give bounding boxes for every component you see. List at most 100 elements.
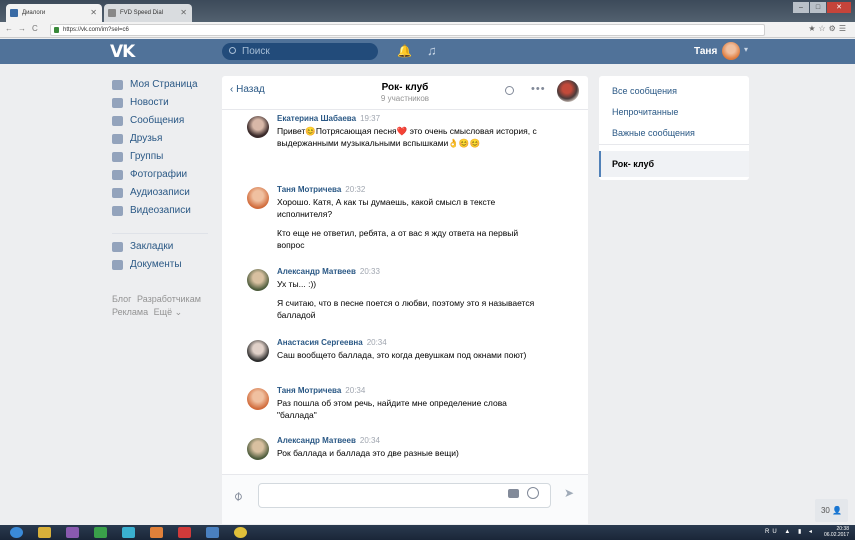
avatar[interactable] — [247, 116, 269, 138]
online-friends-badge[interactable]: 30 👤 — [815, 499, 848, 522]
search-icon — [229, 47, 236, 54]
active-chat-label[interactable]: Рок- клуб — [612, 159, 654, 169]
message-text: Привет😊Потрясающая песня❤️ это очень смы… — [277, 126, 537, 148]
system-tray-icons[interactable]: RU ▲ ▮ ◂ — [765, 528, 815, 535]
author-name[interactable]: Александр Матвеев — [277, 267, 356, 276]
send-button[interactable]: ➤ — [564, 486, 574, 500]
person-icon: 👤 — [832, 506, 843, 515]
footer-link-ads[interactable]: Реклама — [112, 307, 148, 317]
author-name[interactable]: Таня Мотричева — [277, 185, 341, 194]
chrome-icon[interactable] — [234, 527, 247, 538]
sidebar-item-my-page[interactable]: Моя Страница — [112, 76, 198, 94]
back-arrow-icon[interactable]: ← — [5, 24, 13, 33]
news-icon — [112, 98, 123, 108]
chat-avatar[interactable] — [557, 80, 579, 102]
sidebar-item-video[interactable]: Видеозаписи — [112, 202, 191, 220]
message-text: Кто еще не ответил, ребята, а от вас я ж… — [277, 228, 519, 250]
avatar[interactable] — [247, 438, 269, 460]
search-icon[interactable] — [505, 86, 514, 95]
maximize-icon[interactable]: □ — [810, 2, 826, 13]
avatar[interactable] — [247, 269, 269, 291]
avatar[interactable] — [247, 340, 269, 362]
sidebar-item-bookmarks[interactable]: Закладки — [112, 238, 173, 256]
timestamp: 19:37 — [360, 114, 381, 123]
sidebar-item-news[interactable]: Новости — [112, 94, 169, 112]
friends-icon — [112, 134, 123, 144]
app-icon[interactable] — [150, 527, 163, 538]
bookmarks-icon — [112, 242, 123, 252]
browser-tab-dialogs[interactable]: Диалоги ✕ — [6, 4, 102, 22]
avatar[interactable] — [247, 388, 269, 410]
timestamp: 20:34 — [359, 436, 380, 445]
close-tab-icon[interactable]: ✕ — [90, 4, 97, 22]
chevron-down-icon: ⌄ — [172, 307, 183, 317]
filter-unread[interactable]: Непрочитанные — [612, 107, 678, 117]
timestamp: 20:34 — [366, 338, 387, 347]
filter-important[interactable]: Важные сообщения — [612, 128, 695, 138]
browser-tab-speed-dial[interactable]: FVD Speed Dial ✕ — [104, 4, 192, 22]
sidebar-item-audio[interactable]: Аудиозаписи — [112, 184, 190, 202]
message-text: Я считаю, что в песне поется о любви, по… — [277, 298, 535, 320]
avatar[interactable] — [722, 42, 740, 60]
back-button[interactable]: ‹ Назад — [230, 84, 265, 95]
sidebar-item-photos[interactable]: Фотографии — [112, 166, 187, 184]
notifications-bell-icon[interactable]: 🔔 — [397, 44, 412, 58]
close-tab-icon[interactable]: ✕ — [180, 4, 187, 22]
timestamp: 20:33 — [359, 267, 380, 276]
chat-title[interactable]: Рок- клуб — [333, 82, 477, 93]
message-text: Рок баллада и баллада это две разные вещ… — [277, 448, 459, 458]
home-icon — [112, 80, 123, 90]
lock-icon — [54, 27, 59, 33]
documents-icon — [112, 260, 123, 270]
start-button-icon[interactable] — [10, 527, 23, 538]
close-window-icon[interactable]: ✕ — [827, 2, 851, 13]
app-icon[interactable] — [94, 527, 107, 538]
footer-link-more[interactable]: Ещё — [154, 307, 172, 317]
author-name[interactable]: Александр Матвеев — [277, 436, 356, 445]
author-name[interactable]: Анастасия Сергеевна — [277, 338, 363, 347]
chevron-down-icon[interactable]: ▾ — [744, 45, 748, 54]
avatar[interactable] — [247, 187, 269, 209]
camera-icon[interactable] — [508, 489, 519, 498]
sidebar-item-messages[interactable]: Сообщения — [112, 112, 184, 130]
speed-dial-favicon-icon — [108, 9, 116, 17]
timestamp: 20:32 — [345, 185, 366, 194]
sidebar-item-documents[interactable]: Документы — [112, 256, 182, 274]
footer-links-row2: Реклама Ещё ⌄ — [112, 303, 182, 321]
author-name[interactable]: Екатерина Шабаева — [277, 114, 356, 123]
window-controls: – □ ✕ — [792, 2, 851, 14]
extension-icons[interactable]: ★☆⚙☰ — [808, 24, 849, 33]
address-bar-row: ← → C https://vk.com/im?sel=c6 ★☆⚙☰ — [0, 22, 855, 38]
chat-members-count[interactable]: 9 участников — [333, 94, 477, 103]
music-note-icon[interactable]: ♫ — [427, 43, 437, 58]
sidebar-item-friends[interactable]: Друзья — [112, 130, 162, 148]
filter-divider — [599, 144, 749, 145]
url-input[interactable]: https://vk.com/im?sel=c6 — [50, 24, 765, 36]
app-icon[interactable] — [122, 527, 135, 538]
explorer-icon[interactable] — [38, 527, 51, 538]
forward-arrow-icon[interactable]: → — [18, 24, 26, 33]
filter-all-messages[interactable]: Все сообщения — [612, 86, 677, 96]
message-text: Саш вообщето баллада, это когда девушкам… — [277, 350, 527, 360]
app-icon[interactable] — [206, 527, 219, 538]
author-name[interactable]: Таня Мотричева — [277, 386, 341, 395]
message-text: Ух ты... :)) — [277, 279, 317, 289]
vk-logo[interactable]: VK — [110, 42, 135, 62]
emoji-smile-icon[interactable] — [527, 487, 539, 499]
video-icon — [112, 206, 123, 216]
sidebar-divider — [112, 233, 208, 234]
message-text: Хорошо. Катя, А как ты думаешь, какой см… — [277, 197, 496, 219]
audio-icon — [112, 188, 123, 198]
minimize-icon[interactable]: – — [793, 2, 809, 13]
message-text: Раз пошла об этом речь, найдите мне опре… — [277, 398, 507, 420]
reload-icon[interactable]: C — [32, 24, 38, 33]
user-name[interactable]: Таня — [694, 43, 717, 60]
messages-icon — [112, 116, 123, 126]
app-icon[interactable] — [66, 527, 79, 538]
app-icon[interactable] — [178, 527, 191, 538]
vk-favicon-icon — [10, 9, 18, 17]
sidebar-item-groups[interactable]: Группы — [112, 148, 163, 166]
search-input[interactable]: Поиск — [222, 43, 378, 60]
more-actions-icon[interactable]: ••• — [531, 83, 546, 95]
tray-clock[interactable]: 20:38 06.02.2017 — [824, 526, 849, 538]
